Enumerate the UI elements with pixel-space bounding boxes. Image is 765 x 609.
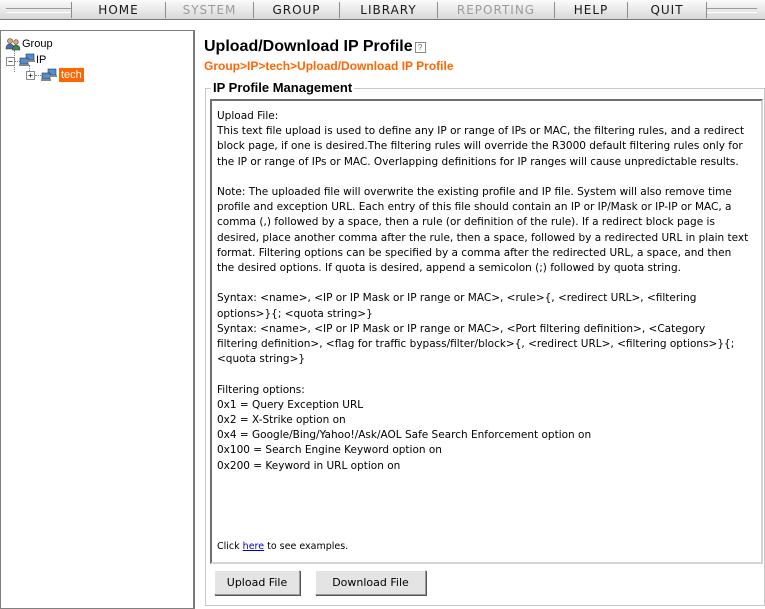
description-line: 0x2 = X-Strike option on	[217, 414, 346, 426]
description-line: Upload File:	[217, 110, 279, 122]
breadcrumb: Group>IP>tech>Upload/Download IP Profile	[204, 59, 454, 73]
description-line: options>}{; <quota string>}	[217, 307, 373, 320]
network-icon	[19, 53, 35, 66]
menu-group[interactable]: GROUP	[254, 2, 340, 18]
description-line: the desired options. If quota is desired…	[217, 262, 681, 274]
tree-label-group: Group	[22, 38, 53, 50]
description-line: profile and exception URL. Each entry of…	[217, 201, 732, 214]
examples-prefix: Click	[217, 541, 243, 552]
description-line: Syntax: <name>, <IP or IP Mask or IP ran…	[217, 292, 697, 305]
top-menu-bar: HOME SYSTEM GROUP LIBRARY REPORTING HELP…	[0, 0, 765, 20]
examples-line: Click here to see examples.	[217, 541, 348, 552]
upload-file-button[interactable]: Upload File	[214, 570, 300, 595]
expand-toggle-tech[interactable]: +	[26, 71, 35, 80]
description-line: desired, place another comma after the r…	[217, 231, 749, 244]
examples-link[interactable]: here	[243, 541, 264, 552]
description-line: filtering definition>, <flag for traffic…	[217, 338, 735, 350]
page-title-text: Upload/Download IP Profile	[204, 38, 413, 55]
network-icon	[41, 68, 57, 81]
menu-help[interactable]: HELP	[555, 2, 628, 18]
download-file-button[interactable]: Download File	[315, 570, 426, 595]
description-line: block page, if one is desired.The filter…	[217, 140, 743, 153]
menu-library[interactable]: LIBRARY	[340, 2, 438, 18]
description-line: 0x100 = Search Engine Keyword option on	[217, 444, 442, 457]
menu-system: SYSTEM	[166, 2, 254, 18]
description-line: the IP or range of IPs or MAC. Overlappi…	[217, 155, 739, 168]
collapse-toggle-ip[interactable]: −	[6, 57, 15, 66]
help-icon[interactable]: ?	[414, 42, 426, 53]
description-line: comma (,) followed by a space, then a ru…	[217, 216, 715, 229]
description-line: 0x1 = Query Exception URL	[217, 398, 364, 411]
section-title: IP Profile Management	[211, 80, 355, 95]
description-line: This text file upload is used to define …	[217, 125, 745, 138]
description-line: 0x200 = Keyword in URL option on	[217, 459, 401, 472]
description-line: Note: The uploaded file will overwrite t…	[217, 186, 732, 198]
menu-decor-right	[707, 8, 757, 13]
description-line: Syntax: <name>, <IP or IP Mask or IP ran…	[217, 322, 706, 335]
examples-suffix: to see examples.	[264, 541, 349, 552]
tree-label-ip: IP	[36, 54, 47, 66]
description-line: Filtering options:	[217, 383, 305, 396]
group-users-icon	[5, 38, 21, 51]
menu-home[interactable]: HOME	[71, 2, 166, 18]
menu-decor-left	[6, 8, 71, 13]
group-tree-panel	[0, 30, 195, 609]
menu-reporting: REPORTING	[438, 2, 555, 18]
description-line: format. Filtering options can be specifi…	[217, 246, 732, 259]
description-line: <quota string>}	[217, 353, 306, 366]
menu-quit[interactable]: QUIT	[628, 2, 707, 18]
tree-label-tech-selected: tech	[59, 68, 84, 82]
description-line: 0x4 = Google/Bing/Yahoo!/Ask/AOL Safe Se…	[217, 429, 592, 442]
page-title: Upload/Download IP Profile?	[204, 38, 426, 56]
